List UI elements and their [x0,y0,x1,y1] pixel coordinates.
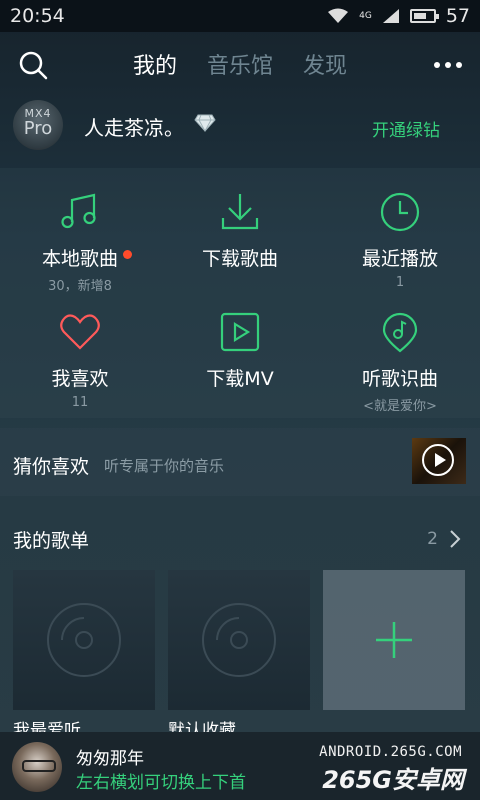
avatar-text-line2: Pro [23,118,53,139]
add-playlist-button[interactable] [323,570,465,710]
download-mv-item[interactable]: 下载MV [160,310,320,395]
feature-label: 本地歌曲 [42,244,132,271]
playlist-card[interactable]: 默认收藏 [168,570,310,741]
local-songs-item[interactable]: 本地歌曲 30，新增8 [0,190,160,294]
music-note-icon [61,193,96,229]
new-badge [123,250,132,259]
favorites-item[interactable]: 我喜欢 11 [0,310,160,410]
recent-play-item[interactable]: 最近播放 1 [320,190,480,290]
download-icon [221,194,259,230]
tab-mine[interactable]: 我的 [133,48,177,80]
status-bar: 20:54 4G 57 [0,0,480,32]
feature-label: 下载MV [206,368,274,390]
clock-icon [380,192,420,232]
user-row[interactable]: MX4 Pro 人走茶凉。 开通绿钻 [0,96,480,156]
mini-player[interactable]: 匆匆那年 左右横划可切换上下首 ANDROID.265G.COM 265G安卓网 [0,732,480,800]
plus-icon [376,622,412,658]
heart-icon [60,314,100,350]
top-nav: 我的 音乐馆 发现 [0,32,480,96]
username: 人走茶凉。 [84,116,184,140]
feature-label: 下载歌曲 [201,248,278,270]
guess-you-like-row[interactable]: 猜你喜欢 听专属于你的音乐 [0,428,480,496]
signal-icon [382,9,399,23]
playlist-count: 2 [427,529,438,549]
main-tabs: 我的 音乐馆 发现 [0,48,480,80]
download-songs-item[interactable]: 下载歌曲 [160,190,320,275]
wifi-icon [328,8,349,23]
feature-label: 我喜欢 [51,368,109,390]
feature-sub: 30，新增8 [48,279,112,294]
feature-sub: 11 [71,395,89,410]
now-playing-cover[interactable] [12,742,62,792]
tab-music-hall[interactable]: 音乐馆 [207,48,273,80]
video-play-icon [220,312,260,352]
feature-sub: <就是爱你> [363,399,437,414]
chevron-right-icon[interactable] [448,529,462,549]
guess-title: 猜你喜欢 [13,456,90,478]
diamond-icon[interactable] [194,114,216,132]
watermark-url: ANDROID.265G.COM [319,744,462,760]
now-playing-title: 匆匆那年 [76,749,144,769]
tab-discover[interactable]: 发现 [303,48,347,80]
playlist-card[interactable]: 我最爱听 [13,570,155,741]
open-vip-link[interactable]: 开通绿钻 [372,116,440,141]
feature-grid: 本地歌曲 30，新增8 下载歌曲 最近播放 1 我喜欢 11 下载MV 听歌识曲… [0,168,480,418]
feature-label: 最近播放 [361,248,438,270]
more-menu-icon[interactable] [434,62,462,68]
playlist-section-title: 我的歌单 [13,530,90,552]
watermark-logo: 265G安卓网 [322,766,464,794]
battery-level: 57 [445,5,470,27]
avatar[interactable]: MX4 Pro [13,100,63,150]
disc-icon [47,603,121,677]
network-type: 4G [359,11,372,21]
feature-sub: 1 [395,275,405,290]
playlist-header[interactable]: 我的歌单 2 [0,520,480,556]
disc-icon [202,603,276,677]
status-time: 20:54 [10,5,65,27]
play-icon[interactable] [422,444,454,476]
swipe-hint: 左右横划可切换上下首 [76,773,246,793]
music-recognize-icon [382,312,418,353]
guess-subtitle: 听专属于你的音乐 [104,457,225,475]
music-recognize-item[interactable]: 听歌识曲 <就是爱你> [320,310,480,414]
status-icons: 4G 57 [327,5,470,27]
guess-thumbnail[interactable] [412,438,466,484]
feature-label: 听歌识曲 [361,368,438,390]
battery-icon [409,9,439,23]
